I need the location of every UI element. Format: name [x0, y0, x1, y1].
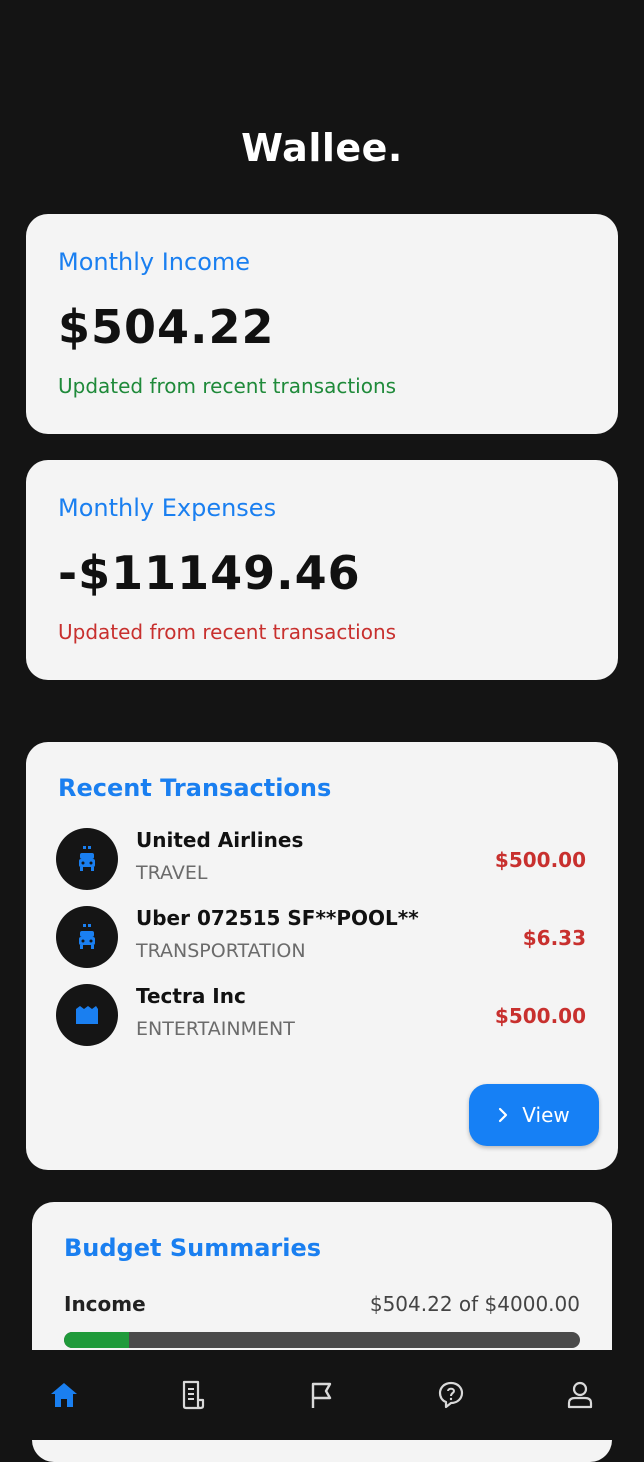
view-transactions-button[interactable]: View [469, 1084, 599, 1146]
transaction-category: ENTERTAINMENT [136, 1018, 295, 1040]
transaction-category: TRANSPORTATION [136, 940, 306, 962]
recent-transactions-title: Recent Transactions [58, 774, 332, 802]
budget-income-amount: $504.22 of $4000.00 [369, 1292, 580, 1316]
transaction-amount: $500.00 [494, 848, 586, 872]
budget-income-label: Income [64, 1292, 146, 1316]
monthly-income-card[interactable]: Monthly Income $504.22 Updated from rece… [26, 214, 618, 434]
monthly-expenses-note: Updated from recent transactions [58, 620, 397, 644]
transaction-amount: $6.33 [522, 926, 586, 950]
budget-income-progress-track [64, 1332, 580, 1348]
home-icon [51, 1383, 78, 1407]
nav-goals[interactable] [292, 1365, 352, 1425]
monthly-income-label: Monthly Income [58, 248, 251, 276]
transaction-row[interactable]: Tectra Inc ENTERTAINMENT $500.00 [56, 984, 586, 1048]
help-icon [438, 1381, 463, 1409]
chevron-right-icon [499, 1107, 508, 1123]
app-title: Wallee. [241, 126, 403, 170]
movie-icon [56, 984, 118, 1046]
car-icon [56, 906, 118, 968]
transaction-row[interactable]: United Airlines TRAVEL $500.00 [56, 828, 586, 892]
transaction-name: Uber 072515 SF**POOL** [136, 906, 419, 930]
budget-income-progress-fill [64, 1332, 130, 1348]
car-icon [56, 828, 118, 890]
view-button-label: View [522, 1103, 570, 1127]
flag-icon [311, 1382, 332, 1408]
monthly-expenses-label: Monthly Expenses [58, 494, 277, 522]
monthly-expenses-amount: -$11149.46 [58, 546, 361, 600]
transaction-row[interactable]: Uber 072515 SF**POOL** TRANSPORTATION $6… [56, 906, 586, 970]
monthly-income-amount: $504.22 [58, 300, 275, 354]
receipt-icon [183, 1380, 205, 1410]
budget-summaries-title: Budget Summaries [64, 1234, 322, 1262]
nav-transactions[interactable] [163, 1365, 223, 1425]
nav-home[interactable] [34, 1365, 94, 1425]
recent-transactions-card: Recent Transactions United Airlines TRAV… [26, 742, 618, 1170]
monthly-income-note: Updated from recent transactions [58, 374, 397, 398]
nav-profile[interactable] [550, 1365, 610, 1425]
transaction-category: TRAVEL [136, 862, 208, 884]
transaction-amount: $500.00 [494, 1004, 586, 1028]
transaction-name: United Airlines [136, 828, 304, 852]
transaction-name: Tectra Inc [136, 984, 246, 1008]
nav-help[interactable] [421, 1365, 481, 1425]
monthly-expenses-card[interactable]: Monthly Expenses -$11149.46 Updated from… [26, 460, 618, 680]
profile-icon [567, 1381, 592, 1409]
bottom-nav [0, 1350, 644, 1440]
